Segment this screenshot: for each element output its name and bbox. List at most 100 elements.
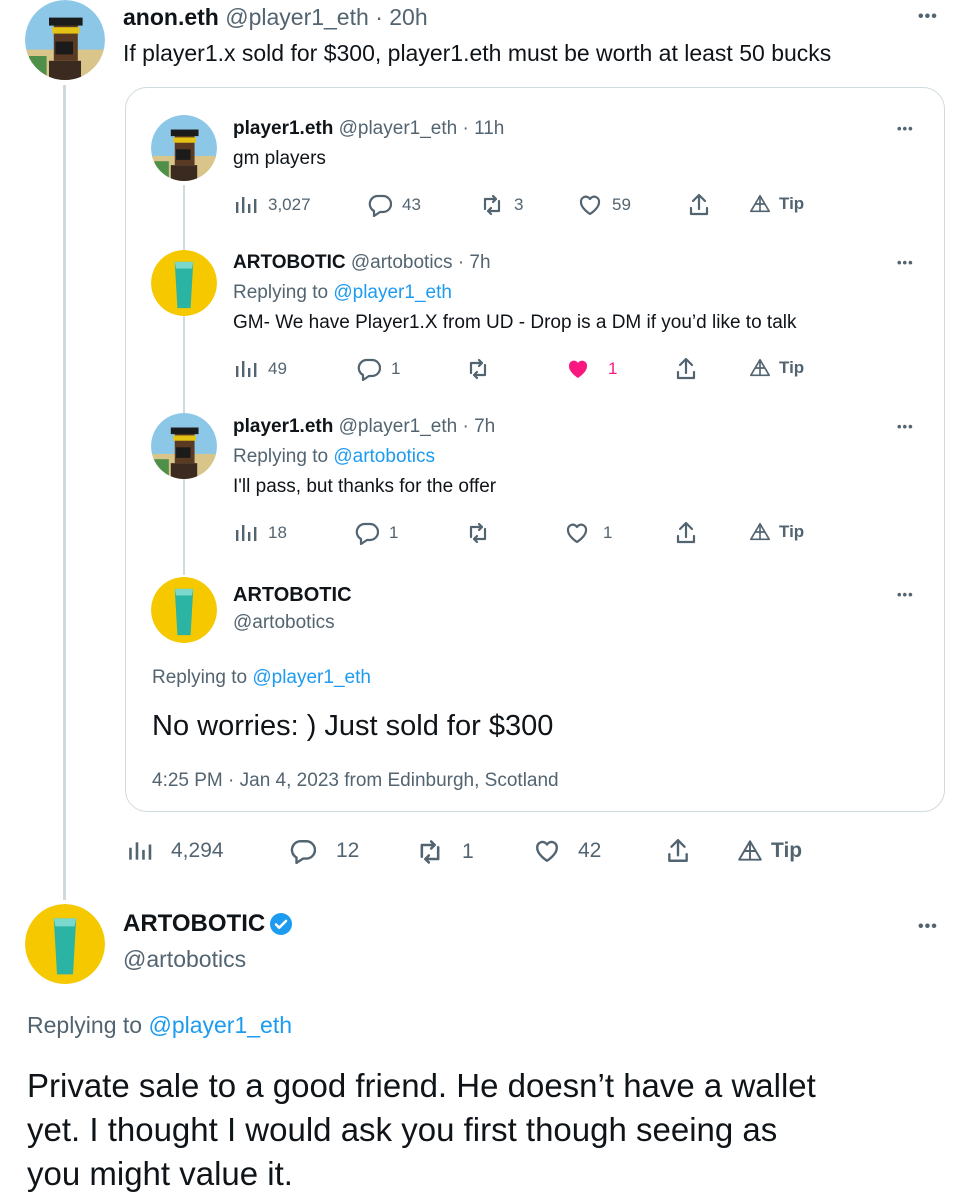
tip-button[interactable]: Tip — [749, 193, 804, 215]
replying-to-link[interactable]: @player1_eth — [148, 1012, 292, 1038]
retweet-icon — [483, 194, 501, 216]
tip-icon — [750, 358, 770, 377]
author-handle[interactable]: @player1_eth — [225, 4, 369, 30]
tweet-header: player1.eth @player1_eth · 11h — [233, 118, 504, 140]
reply-icon — [357, 358, 381, 381]
author-name[interactable]: player1.eth — [233, 416, 333, 437]
author-handle[interactable]: @player1_eth · 11h — [339, 118, 505, 139]
author-handle[interactable]: @artobotics — [123, 946, 246, 973]
author-name[interactable]: ARTOBOTIC — [123, 910, 265, 938]
like-button[interactable]: 1 — [566, 357, 617, 381]
tip-button[interactable]: Tip — [749, 357, 804, 379]
like-button[interactable]: 42 — [534, 838, 601, 864]
replying-to: Replying to @player1_eth — [152, 667, 371, 689]
share-button[interactable] — [674, 521, 698, 545]
tip-label: Tip — [779, 194, 805, 213]
avatar[interactable] — [151, 115, 217, 181]
retweet-button[interactable] — [466, 521, 490, 545]
retweet-icon — [469, 522, 487, 544]
more-icon[interactable]: ••• — [918, 8, 938, 26]
tweet-text: If player1.x sold for $300, player1.eth … — [123, 40, 832, 66]
views-icon — [129, 842, 152, 860]
punk-avatar-icon — [25, 0, 105, 80]
reply-count: 1 — [389, 523, 399, 542]
retweet-icon — [420, 840, 440, 864]
views-button[interactable]: 49 — [234, 357, 287, 381]
avatar[interactable] — [25, 0, 105, 80]
reply-icon — [290, 840, 316, 864]
tweet-header: ARTOBOTIC @artobotics · 7h — [233, 252, 491, 274]
views-count: 49 — [268, 359, 287, 378]
replying-to-link[interactable]: @player1_eth — [333, 282, 452, 303]
views-count: 4,294 — [171, 839, 224, 862]
share-button[interactable] — [687, 193, 711, 217]
author-name[interactable]: anon.eth — [123, 4, 219, 30]
retweet-button[interactable]: 3 — [480, 193, 523, 217]
tip-label: Tip — [771, 839, 803, 862]
replying-to: Replying to @player1_eth — [233, 282, 452, 304]
reply-button[interactable]: 43 — [368, 193, 421, 217]
tip-icon — [750, 522, 770, 541]
like-count: 1 — [603, 523, 613, 542]
thread-line-quoted — [183, 185, 185, 575]
author-name[interactable]: ARTOBOTIC — [233, 252, 346, 273]
author-name[interactable]: player1.eth — [233, 118, 333, 139]
tweet-text-line: Private sale to a good friend. He doesn’… — [27, 1067, 816, 1104]
more-icon[interactable]: ••• — [897, 587, 914, 602]
avatar[interactable] — [151, 413, 217, 479]
author-name[interactable]: ARTOBOTIC — [233, 584, 352, 607]
retweet-button[interactable]: 1 — [416, 838, 474, 866]
like-count: 42 — [578, 839, 602, 862]
reply-button[interactable]: 12 — [290, 838, 359, 864]
more-icon[interactable]: ••• — [918, 918, 938, 936]
artobotic-avatar-icon — [25, 904, 105, 984]
replying-to-link[interactable]: @artobotics — [333, 446, 435, 467]
replying-to-link[interactable]: @player1_eth — [252, 667, 371, 688]
tweet-text: No worries: ) Just sold for $300 — [152, 710, 554, 742]
artobotic-avatar-icon — [151, 250, 217, 316]
verified-badge-icon — [269, 912, 294, 936]
like-button[interactable]: 59 — [578, 193, 631, 217]
views-icon — [236, 525, 257, 541]
replying-prefix: Replying to — [233, 446, 334, 467]
avatar[interactable] — [151, 577, 217, 643]
thread-line-main — [63, 85, 66, 900]
more-icon[interactable]: ••• — [897, 255, 914, 270]
views-button[interactable]: 3,027 — [234, 193, 311, 217]
tweet-header: ARTOBOTIC — [123, 910, 294, 938]
replying-prefix: Replying to — [27, 1012, 149, 1038]
more-icon[interactable]: ••• — [897, 419, 914, 434]
like-count: 59 — [612, 195, 631, 214]
tweet-timestamp[interactable]: 4:25 PM · Jan 4, 2023 from Edinburgh, Sc… — [152, 770, 559, 792]
author-handle[interactable]: @artobotics — [233, 612, 335, 634]
share-button[interactable] — [665, 838, 691, 864]
tip-button[interactable]: Tip — [737, 838, 802, 864]
replying-prefix: Replying to — [233, 282, 334, 303]
avatar[interactable] — [151, 250, 217, 316]
views-button[interactable]: 18 — [234, 521, 287, 545]
heart-filled-icon — [568, 360, 588, 378]
share-icon — [668, 838, 688, 862]
retweet-button[interactable] — [466, 357, 490, 381]
like-button[interactable]: 1 — [565, 521, 612, 545]
retweet-count: 3 — [514, 195, 524, 214]
more-icon[interactable]: ••• — [897, 121, 914, 136]
avatar[interactable] — [25, 904, 105, 984]
views-button[interactable]: 4,294 — [127, 838, 224, 864]
artobotic-avatar-icon — [151, 577, 217, 643]
tweet-text-line: yet. I thought I would ask you first tho… — [27, 1111, 778, 1148]
tip-icon — [738, 840, 762, 861]
reply-button[interactable]: 1 — [355, 521, 398, 545]
share-icon — [689, 193, 709, 216]
author-handle[interactable]: @artobotics · 7h — [351, 252, 491, 273]
tip-button[interactable]: Tip — [749, 521, 804, 543]
reply-button[interactable]: 1 — [357, 357, 400, 381]
punk-avatar-icon — [151, 115, 217, 181]
heart-icon — [566, 523, 588, 544]
views-icon — [236, 361, 257, 377]
punk-avatar-icon — [151, 413, 217, 479]
replying-prefix: Replying to — [152, 667, 253, 688]
share-button[interactable] — [674, 357, 698, 381]
tweet-time[interactable]: · 20h — [375, 4, 427, 30]
author-handle[interactable]: @player1_eth · 7h — [339, 416, 496, 437]
